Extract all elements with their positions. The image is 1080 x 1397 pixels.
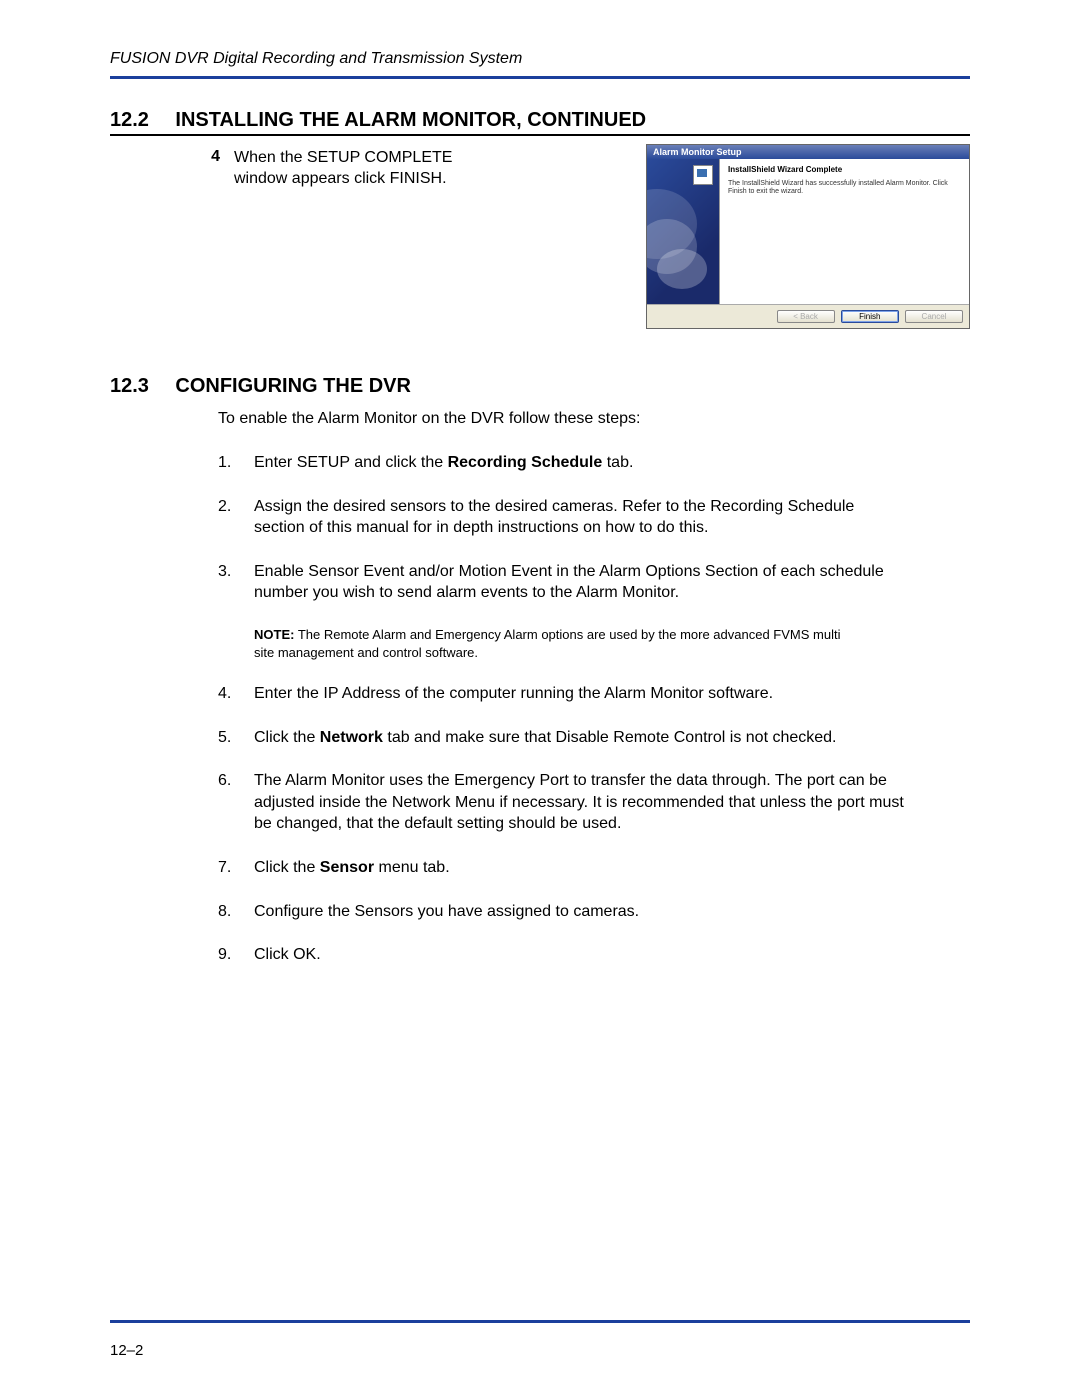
item-number: 6. [218,770,254,835]
list-item: 9. Click OK. [218,944,970,966]
item-bold: Recording Schedule [448,454,603,471]
item-number: 3. [218,561,254,604]
ordered-steps-part1: 1. Enter SETUP and click the Recording S… [218,452,970,604]
section-number: 12.3 [110,375,149,398]
item-text: tab and make sure that Disable Remote Co… [383,729,837,746]
page-number: 12–2 [110,1342,143,1359]
item-text: menu tab. [374,859,450,876]
item-number: 7. [218,857,254,879]
wizard-heading: InstallShield Wizard Complete [728,165,961,174]
item-number: 2. [218,496,254,539]
list-item: 5. Click the Network tab and make sure t… [218,727,970,749]
item-text: Click the [254,729,320,746]
doc-header-title: FUSION DVR Digital Recording and Transmi… [110,50,970,68]
section-number: 12.2 [110,109,149,132]
note-block: NOTE: The Remote Alarm and Emergency Ala… [254,626,854,661]
item-number: 9. [218,944,254,966]
item-text: Assign the desired sensors to the desire… [254,496,904,539]
section-12-3-heading: 12.3 CONFIGURING THE DVR [110,375,970,400]
section-title: INSTALLING THE ALARM MONITOR, CONTINUED [175,109,646,131]
item-number: 5. [218,727,254,749]
step-number: 4 [196,148,220,190]
footer-rule [110,1320,970,1323]
section-title: CONFIGURING THE DVR [175,375,411,397]
note-label: NOTE: [254,627,294,642]
header-rule [110,76,970,79]
item-text: The Alarm Monitor uses the Emergency Por… [254,770,904,835]
list-item: 3. Enable Sensor Event and/or Motion Eve… [218,561,970,604]
item-text: Enter SETUP and click the [254,454,448,471]
ordered-steps-part2: 4. Enter the IP Address of the computer … [218,683,970,966]
wizard-paragraph: The InstallShield Wizard has successfull… [728,180,961,197]
item-bold: Sensor [320,859,374,876]
step-text: When the SETUP COMPLETE window appears c… [234,148,454,190]
computer-icon [693,165,713,185]
step-4-block: 4 When the SETUP COMPLETE window appears… [196,148,454,190]
note-text: The Remote Alarm and Emergency Alarm opt… [254,627,840,660]
installshield-wizard-screenshot: Alarm Monitor Setup InstallShield Wizard… [646,144,970,329]
list-item: 1. Enter SETUP and click the Recording S… [218,452,970,474]
item-text: Click the [254,859,320,876]
section-12-2-heading: 12.2 INSTALLING THE ALARM MONITOR, CONTI… [110,109,970,136]
section-intro: To enable the Alarm Monitor on the DVR f… [218,410,970,428]
wizard-titlebar: Alarm Monitor Setup [647,145,969,159]
list-item: 4. Enter the IP Address of the computer … [218,683,970,705]
item-text: Enable Sensor Event and/or Motion Event … [254,561,904,604]
item-text: Click OK. [254,944,321,966]
wizard-sidebar-graphic [647,159,720,304]
item-text: Enter the IP Address of the computer run… [254,683,773,705]
back-button[interactable]: < Back [777,310,835,323]
wizard-button-bar: < Back Finish Cancel [647,304,969,328]
list-item: 6. The Alarm Monitor uses the Emergency … [218,770,970,835]
cancel-button[interactable]: Cancel [905,310,963,323]
finish-button[interactable]: Finish [841,310,899,323]
item-text: Configure the Sensors you have assigned … [254,901,639,923]
list-item: 8. Configure the Sensors you have assign… [218,901,970,923]
item-number: 1. [218,452,254,474]
item-number: 4. [218,683,254,705]
item-text: tab. [602,454,633,471]
list-item: 7. Click the Sensor menu tab. [218,857,970,879]
item-number: 8. [218,901,254,923]
item-bold: Network [320,729,383,746]
list-item: 2. Assign the desired sensors to the des… [218,496,970,539]
